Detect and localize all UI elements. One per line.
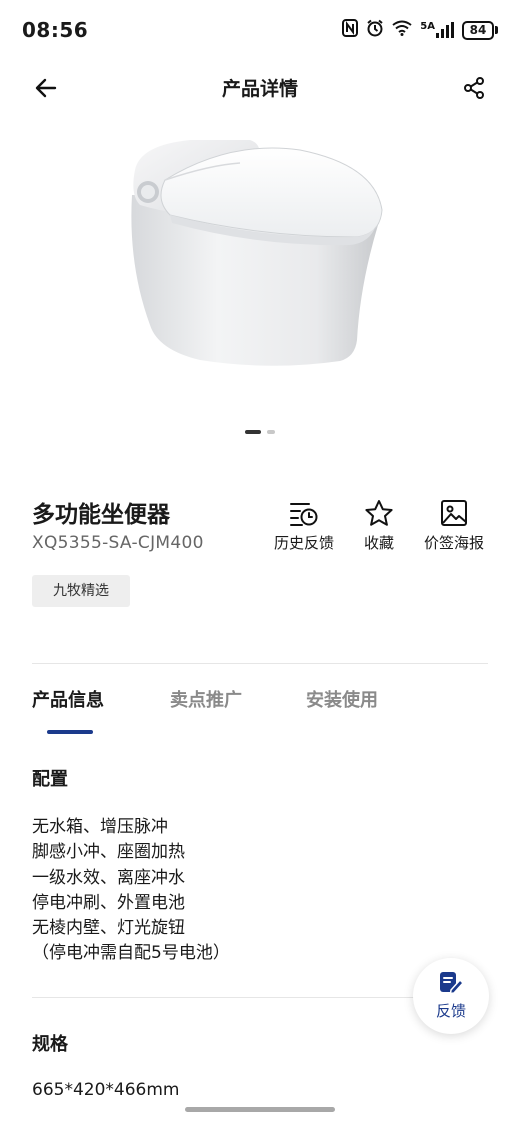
brand-tag[interactable]: 九牧精选 xyxy=(32,575,130,607)
config-line: 无棱内壁、灯光旋钮 xyxy=(32,918,185,939)
page-title: 产品详情 xyxy=(221,78,298,100)
tab-bar: 产品信息 卖点推广 安装使用 xyxy=(32,686,488,734)
carousel-dot-2 xyxy=(267,430,275,434)
feedback-label: 反馈 xyxy=(435,1002,466,1020)
config-list: 无水箱、增压脉冲 脚感小冲、座圈加热 一级水效、离座冲水 停电冲刷、外置电池 无… xyxy=(32,815,230,967)
feedback-button[interactable]: 反馈 xyxy=(413,958,489,1034)
image-icon xyxy=(439,498,469,528)
history-feedback-button[interactable]: 历史反馈 xyxy=(274,498,334,553)
spec-value: 665*420*466mm xyxy=(32,1080,180,1100)
tab-installation[interactable]: 安装使用 xyxy=(306,686,378,712)
carousel-dot-1 xyxy=(245,430,261,434)
network-type: 5A xyxy=(420,21,435,32)
history-feedback-label: 历史反馈 xyxy=(274,534,335,552)
status-time: 08:56 xyxy=(22,18,89,42)
product-code: XQ5355-SA-CJM400 xyxy=(32,533,204,553)
status-icons: 5A 84 xyxy=(342,19,498,41)
star-icon xyxy=(364,498,394,528)
share-icon xyxy=(464,77,484,99)
divider xyxy=(32,663,488,664)
favorite-button[interactable]: 收藏 xyxy=(364,498,394,553)
history-icon xyxy=(289,498,319,528)
nfc-icon xyxy=(342,19,359,41)
tab-product-info[interactable]: 产品信息 xyxy=(32,686,104,712)
config-line: 脚感小冲、座圈加热 xyxy=(32,842,185,863)
tab-active-indicator xyxy=(47,730,93,734)
share-button[interactable] xyxy=(458,72,490,104)
home-indicator[interactable] xyxy=(185,1107,335,1112)
config-line: （停电冲需自配5号电池） xyxy=(32,943,230,964)
config-line: 无水箱、增压脉冲 xyxy=(32,817,168,837)
status-bar: 08:56 5A 84 xyxy=(0,0,520,60)
alarm-icon xyxy=(366,19,384,41)
tab-selling-points[interactable]: 卖点推广 xyxy=(170,686,242,712)
price-poster-label: 价签海报 xyxy=(424,534,485,552)
product-name: 多功能坐便器 xyxy=(32,502,170,528)
spec-title: 规格 xyxy=(32,1034,68,1055)
product-image[interactable] xyxy=(110,125,410,385)
config-title: 配置 xyxy=(32,769,68,790)
price-poster-button[interactable]: 价签海报 xyxy=(424,498,484,553)
favorite-label: 收藏 xyxy=(364,534,395,552)
battery-level: 84 xyxy=(462,20,494,40)
config-line: 停电冲刷、外置电池 xyxy=(32,892,185,913)
battery-icon: 84 xyxy=(462,20,498,40)
wifi-icon xyxy=(392,20,412,40)
edit-note-icon xyxy=(438,971,464,999)
product-detail-page: 08:56 5A 84 产品详情 多功能坐便器 XQ5355-SA-CJM400… xyxy=(0,0,520,1123)
nav-bar: 产品详情 xyxy=(0,60,520,116)
cellular-icon: 5A xyxy=(420,22,454,38)
carousel-indicator xyxy=(0,430,520,434)
config-line: 一级水效、离座冲水 xyxy=(32,867,185,888)
